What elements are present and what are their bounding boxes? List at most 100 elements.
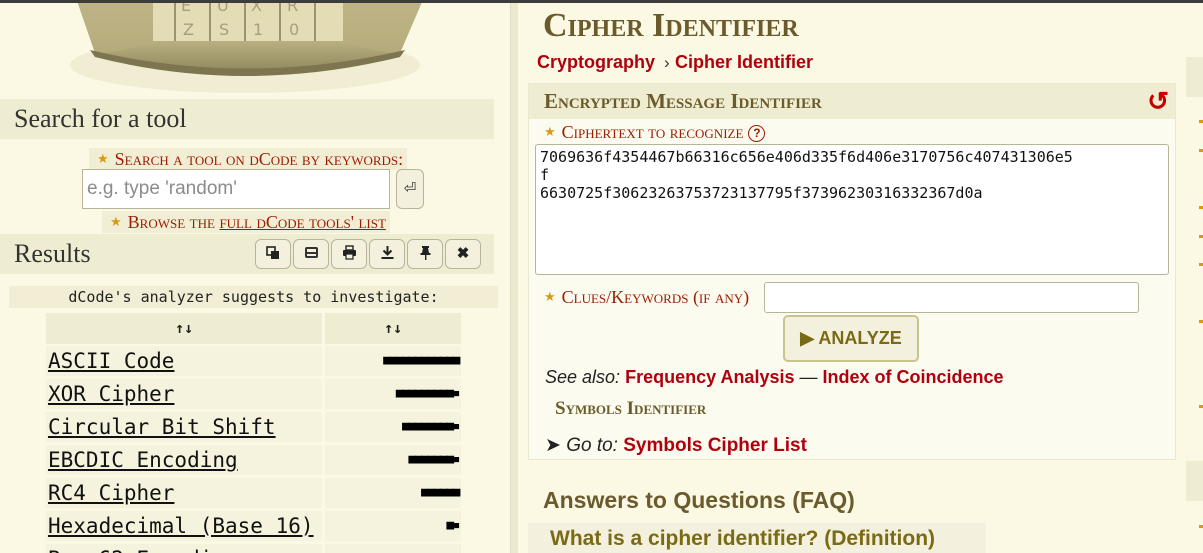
pin-button[interactable] bbox=[407, 239, 443, 269]
browse-tools-link[interactable]: ★ Browse the full dCode tools' list bbox=[102, 211, 390, 233]
cryptex-logo-image: E U X R Z S 1 0 bbox=[70, 3, 422, 93]
result-row: RC4 Cipher ■■■■■■ bbox=[46, 478, 462, 511]
bullet-icon bbox=[1199, 263, 1203, 266]
result-score-bar: ■■■■■■■■■■■■ bbox=[325, 346, 461, 376]
bullet-icon bbox=[1199, 120, 1203, 123]
result-name-link[interactable]: XOR Cipher bbox=[46, 379, 322, 409]
right-sidebar-clipped bbox=[1183, 3, 1203, 553]
svg-text:0: 0 bbox=[289, 20, 299, 39]
svg-text:Z: Z bbox=[183, 20, 194, 39]
download-button[interactable] bbox=[369, 239, 405, 269]
ciphertext-label-text: Ciphertext to recognize bbox=[561, 122, 744, 142]
result-row: XOR Cipher ■■■■■■■■■▪ bbox=[46, 379, 462, 412]
faq-title: Answers to Questions (FAQ) bbox=[543, 487, 855, 513]
result-score-bar: ■■■■■■ bbox=[325, 478, 461, 508]
page-title: Cipher Identifier bbox=[543, 7, 799, 44]
result-score-bar: ■■■■■■■▪ bbox=[325, 445, 461, 475]
arrow-icon: ➤ bbox=[545, 435, 561, 456]
svg-text:E: E bbox=[181, 3, 191, 15]
close-results-button[interactable]: ✖ bbox=[445, 239, 481, 269]
tool-panel: Encrypted Message Identifier ↺ ★ Cipherte… bbox=[528, 83, 1176, 460]
right-panel-header bbox=[1186, 57, 1203, 97]
clues-label: ★ Clues/Keywords (if any) bbox=[544, 287, 749, 308]
result-name-link[interactable]: ASCII Code bbox=[46, 346, 322, 376]
breadcrumb-cipher-identifier[interactable]: Cipher Identifier bbox=[675, 52, 813, 73]
copy-button[interactable] bbox=[255, 239, 291, 269]
save-icon bbox=[304, 247, 318, 258]
star-icon: ★ bbox=[544, 289, 556, 304]
result-score-bar: ■■■■■■■■■▪ bbox=[325, 379, 461, 409]
faq-question[interactable]: What is a cipher identifier? (Definition… bbox=[528, 523, 986, 553]
close-icon: ✖ bbox=[456, 245, 470, 262]
star-icon: ★ bbox=[110, 214, 122, 229]
right-panel-header bbox=[1186, 461, 1203, 501]
symbols-cipher-list-link[interactable]: Symbols Cipher List bbox=[623, 435, 807, 456]
svg-text:R: R bbox=[287, 3, 298, 15]
bullet-icon bbox=[1199, 149, 1203, 152]
svg-text:S: S bbox=[219, 20, 229, 39]
browse-prefix: Browse the bbox=[127, 212, 220, 232]
result-name-link[interactable]: Circular Bit Shift bbox=[46, 412, 322, 442]
result-row: EBCDIC Encoding ■■■■■■■▪ bbox=[46, 445, 462, 478]
symbols-identifier-link[interactable]: Symbols Identifier bbox=[555, 398, 706, 420]
clues-label-text: Clues/Keywords (if any) bbox=[561, 287, 750, 307]
save-button[interactable] bbox=[293, 239, 329, 269]
result-score-bar: ■■■■■■■■▪ bbox=[325, 412, 461, 442]
help-icon[interactable]: ? bbox=[748, 125, 766, 142]
print-icon bbox=[342, 245, 356, 260]
bullet-icon bbox=[1199, 525, 1203, 528]
svg-text:U: U bbox=[217, 3, 229, 15]
analyzer-suggestion-text: dCode's analyzer suggests to investigate… bbox=[9, 286, 498, 308]
tool-title: Encrypted Message Identifier bbox=[544, 89, 822, 113]
goto-label: Go to: bbox=[566, 435, 618, 456]
bullet-icon bbox=[1199, 235, 1203, 238]
browse-link-text[interactable]: full dCode tools' list bbox=[219, 212, 385, 232]
clues-input[interactable] bbox=[764, 282, 1139, 313]
index-of-coincidence-link[interactable]: Index of Coincidence bbox=[823, 367, 1004, 387]
sort-score-header[interactable]: ↑↓ bbox=[325, 313, 461, 344]
results-title: Results bbox=[14, 239, 91, 268]
result-name-link[interactable]: Hexadecimal (Base 16) bbox=[46, 511, 322, 541]
result-row: ASCII Code ■■■■■■■■■■■■ bbox=[46, 346, 462, 379]
ciphertext-label: ★ Ciphertext to recognize? bbox=[544, 122, 766, 143]
left-sidebar: E U X R Z S 1 0 Search for a tool ★ Search a to… bbox=[0, 3, 510, 553]
search-submit-button[interactable]: ⏎ bbox=[396, 169, 424, 209]
goto-line: ➤ Go to: Symbols Cipher List bbox=[545, 434, 807, 457]
result-row: Hexadecimal (Base 16) ■▪ bbox=[46, 511, 462, 544]
bullet-icon bbox=[1199, 320, 1203, 323]
main-content: Cipher Identifier Cryptography › Cipher … bbox=[518, 3, 1183, 553]
bullet-icon bbox=[1199, 405, 1203, 408]
result-name-link[interactable]: RC4 Cipher bbox=[46, 478, 322, 508]
search-section-title: Search for a tool bbox=[0, 99, 494, 139]
copy-icon bbox=[266, 246, 279, 259]
bullet-icon bbox=[1199, 206, 1203, 209]
search-keywords-text: Search a tool on dCode by keywords: bbox=[114, 149, 404, 169]
result-score-bar: ■▪ bbox=[325, 511, 461, 541]
see-also-line: See also: Frequency Analysis — Index of … bbox=[545, 367, 1004, 388]
download-icon bbox=[381, 246, 393, 259]
result-row: Base62 Encoding ■ bbox=[46, 544, 462, 553]
breadcrumb-separator: › bbox=[664, 53, 670, 72]
results-header: Results ✖ bbox=[0, 234, 494, 274]
enter-icon: ⏎ bbox=[403, 180, 417, 197]
svg-text:1: 1 bbox=[253, 20, 263, 39]
tool-header: Encrypted Message Identifier ↺ bbox=[529, 84, 1175, 119]
column-divider[interactable] bbox=[510, 3, 518, 553]
result-name-link[interactable]: EBCDIC Encoding bbox=[46, 445, 322, 475]
print-button[interactable] bbox=[331, 239, 367, 269]
result-row: Circular Bit Shift ■■■■■■■■▪ bbox=[46, 412, 462, 445]
frequency-analysis-link[interactable]: Frequency Analysis bbox=[625, 367, 794, 387]
sort-name-header[interactable]: ↑↓ bbox=[46, 313, 322, 344]
breadcrumb-cryptography[interactable]: Cryptography bbox=[537, 52, 655, 73]
star-icon: ★ bbox=[97, 151, 109, 166]
result-name-link[interactable]: Base62 Encoding bbox=[46, 544, 322, 553]
pin-icon bbox=[420, 246, 430, 260]
result-score-bar: ■ bbox=[325, 544, 461, 553]
svg-text:X: X bbox=[251, 3, 262, 15]
search-input[interactable] bbox=[82, 169, 390, 209]
star-icon: ★ bbox=[544, 124, 556, 139]
reset-icon[interactable]: ↺ bbox=[1147, 86, 1169, 117]
analyze-button[interactable]: ▶ ANALYZE bbox=[783, 315, 919, 362]
see-also-separator: — bbox=[794, 367, 823, 387]
ciphertext-textarea[interactable] bbox=[535, 144, 1169, 275]
